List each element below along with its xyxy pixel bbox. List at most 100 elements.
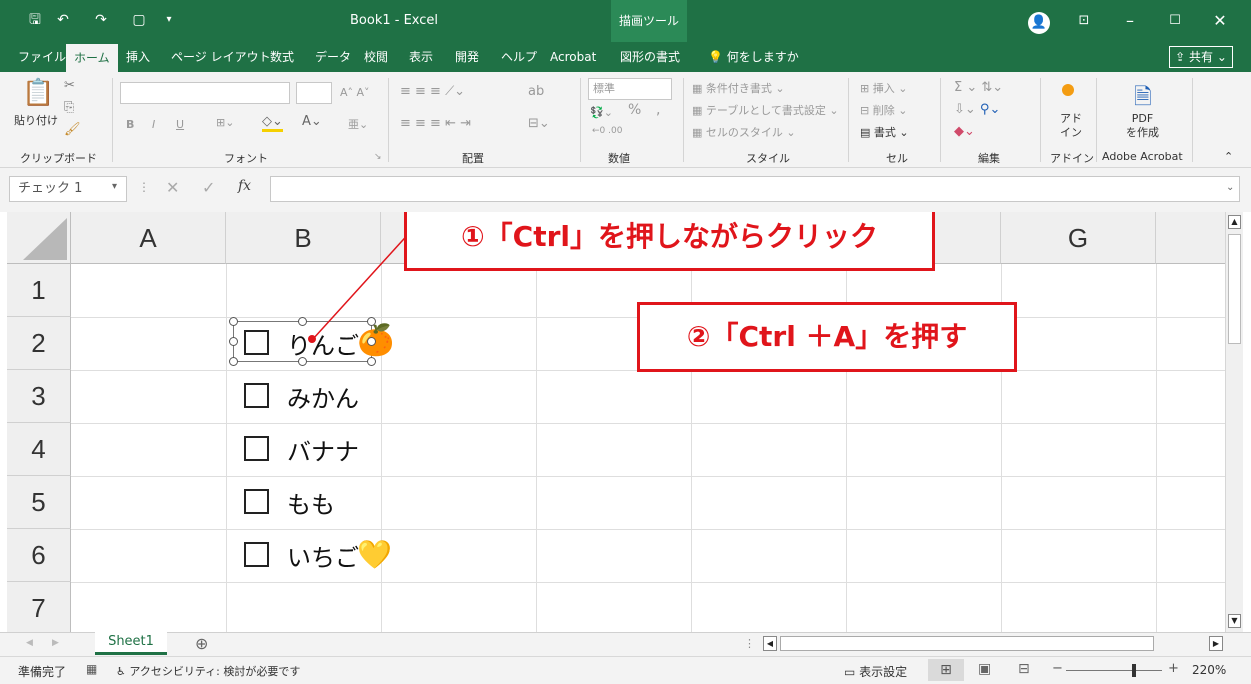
save-icon[interactable]: 🖫 xyxy=(26,11,44,29)
font-dialog-launcher-icon[interactable]: ↘ xyxy=(374,152,382,162)
merge-center-icon[interactable]: ⊟⌄ xyxy=(528,116,550,131)
zoom-slider-track[interactable] xyxy=(1066,670,1162,671)
tell-me-search[interactable]: 💡 何をしますか xyxy=(700,42,807,72)
customize-icon[interactable]: ▾ xyxy=(160,11,178,29)
fill-icon[interactable]: ⇩⌄ ⚲⌄ xyxy=(954,102,1000,117)
formula-input[interactable] xyxy=(270,176,1240,202)
find-icon[interactable]: ⚲⌄ xyxy=(980,102,1000,117)
page-break-view-icon[interactable]: ⊟ xyxy=(1018,661,1030,677)
zoom-slider-thumb[interactable] xyxy=(1132,664,1136,677)
align-top-icon[interactable]: ≡ ≡ ≡ ⟋⌄ xyxy=(400,84,465,99)
autosum-icon[interactable]: Σ ⌄ ⇅⌄ xyxy=(954,80,1003,95)
sheet-scroll-left-icon[interactable]: ◀ xyxy=(26,638,33,648)
redo-icon[interactable]: ↷ xyxy=(92,11,110,29)
align-left-icon[interactable]: ≡ ≡ ≡ ⇤ ⇥ xyxy=(400,116,471,131)
horizontal-scroll-thumb[interactable] xyxy=(780,636,1154,651)
close-icon[interactable]: ✕ xyxy=(1208,10,1232,32)
account-icon[interactable]: 👤 xyxy=(1028,12,1050,34)
ribbon-display-icon[interactable]: ⊡ xyxy=(1072,10,1096,32)
conditional-format-button[interactable]: ▦ 条件付き書式 ⌄ xyxy=(692,80,785,96)
tab-shape-format[interactable]: 図形の書式 xyxy=(612,42,688,72)
scroll-thumb[interactable] xyxy=(1228,234,1241,344)
zoom-in-button[interactable]: + xyxy=(1168,661,1179,676)
chevron-down-icon[interactable]: ▾ xyxy=(112,181,117,192)
add-sheet-button[interactable]: ⊕ xyxy=(195,634,208,653)
phonetic-icon[interactable]: 亜⌄ xyxy=(348,116,368,132)
tab-insert[interactable]: 挿入 xyxy=(118,42,158,72)
paste-label[interactable]: 貼り付け xyxy=(14,112,58,128)
display-settings-icon: ▭ xyxy=(844,665,856,679)
sheet-scroll-right-icon[interactable]: ▶ xyxy=(52,638,59,648)
underline-button[interactable]: U xyxy=(176,118,184,131)
tab-help[interactable]: ヘルプ xyxy=(493,42,545,72)
share-button[interactable]: ⇪ 共有 ⌄ xyxy=(1169,46,1233,68)
grip-icon: ⋮ xyxy=(138,180,150,194)
tab-review[interactable]: 校閲 xyxy=(356,42,396,72)
minimize-icon[interactable]: – xyxy=(1118,10,1142,32)
page-layout-view-icon[interactable]: ▣ xyxy=(978,661,991,677)
scroll-left-icon[interactable]: ◀ xyxy=(763,636,777,651)
comma-button[interactable]: , xyxy=(656,102,660,118)
zoom-level[interactable]: 220% xyxy=(1192,663,1226,677)
copy-icon[interactable]: ⎘ xyxy=(64,100,74,115)
collapse-ribbon-icon[interactable]: ⌃ xyxy=(1224,150,1233,163)
format-as-table-button[interactable]: ▦ テーブルとして書式設定 ⌄ xyxy=(692,102,839,118)
scroll-up-icon[interactable]: ▲ xyxy=(1228,215,1241,229)
accessibility-status[interactable]: ♿︎ アクセシビリティ: 検討が必要です xyxy=(116,663,300,679)
cut-icon[interactable]: ✂ xyxy=(64,78,75,93)
borders-icon[interactable]: ⊞⌄ xyxy=(216,116,234,129)
scroll-right-icon[interactable]: ▶ xyxy=(1209,636,1223,651)
new-icon[interactable]: ▢ xyxy=(130,11,148,29)
normal-view-icon[interactable]: ⊞ xyxy=(928,659,964,681)
font-color-icon[interactable]: A⌄ xyxy=(302,114,322,129)
group-label-editing: 編集 xyxy=(978,152,1000,165)
insert-function-button[interactable]: fx xyxy=(238,178,251,194)
tab-home[interactable]: ホーム xyxy=(66,42,118,72)
delete-cells-button[interactable]: ⊟ 削除 ⌄ xyxy=(860,102,907,118)
tab-data[interactable]: データ xyxy=(307,42,359,72)
display-settings-label: 表示設定 xyxy=(859,665,908,679)
display-settings-button[interactable]: ▭ 表示設定 xyxy=(844,663,907,680)
tab-developer[interactable]: 開発 xyxy=(447,42,487,72)
cancel-icon[interactable]: ✕ xyxy=(166,178,179,197)
bold-button[interactable]: B xyxy=(126,118,134,131)
create-pdf-label[interactable]: PDF を作成 xyxy=(1126,112,1159,140)
macro-record-icon[interactable]: ▦ xyxy=(86,662,97,676)
group-label-number: 数値 xyxy=(608,152,630,165)
format-painter-icon[interactable]: 🖌 xyxy=(64,122,81,137)
font-size-combo[interactable] xyxy=(296,82,332,104)
tab-formulas[interactable]: 数式 xyxy=(262,42,302,72)
font-name-combo[interactable] xyxy=(120,82,290,104)
fill-color-icon[interactable]: ◇⌄ xyxy=(262,114,283,132)
vertical-scrollbar[interactable]: ▲ ▼ xyxy=(1225,212,1243,632)
zoom-out-button[interactable]: − xyxy=(1052,661,1063,676)
italic-button[interactable]: I xyxy=(152,118,155,131)
sheet-tab-sheet1[interactable]: Sheet1 xyxy=(95,632,167,655)
scroll-down-icon[interactable]: ▼ xyxy=(1228,614,1241,628)
worksheet-grid[interactable]: A B G 1 2 3 4 5 6 7 りんご 🍊 みかん バナナ もも いちご… xyxy=(7,212,1225,632)
clear-icon[interactable]: ◆⌄ xyxy=(954,124,975,139)
group-label-clipboard: クリップボード xyxy=(20,152,97,165)
tab-file[interactable]: ファイル xyxy=(10,42,74,72)
name-box[interactable]: チェック 1 xyxy=(9,176,127,202)
format-cells-button[interactable]: ▤ 書式 ⌄ xyxy=(860,124,909,140)
addin-icon[interactable] xyxy=(1062,84,1074,96)
number-format-combo[interactable]: 標準 xyxy=(588,78,672,100)
addin-label[interactable]: アド イン xyxy=(1060,112,1082,140)
tab-acrobat[interactable]: Acrobat xyxy=(542,42,604,72)
wrap-text-icon[interactable]: ab xyxy=(528,84,544,99)
enter-icon[interactable]: ✓ xyxy=(202,178,215,197)
undo-icon[interactable]: ↶ xyxy=(54,11,72,29)
paste-icon[interactable]: 📋 xyxy=(22,78,54,108)
insert-cells-button[interactable]: ⊞ 挿入 ⌄ xyxy=(860,80,907,96)
maximize-icon[interactable]: ☐ xyxy=(1163,10,1187,32)
delete-cells-label: 削除 xyxy=(872,104,895,117)
currency-icon[interactable]: 💱⌄ xyxy=(590,106,613,119)
decimal-increase-icon[interactable]: ←0 .00 xyxy=(592,126,622,136)
percent-button[interactable]: % xyxy=(628,102,641,118)
status-bar: 準備完了 ▦ ♿︎ アクセシビリティ: 検討が必要です ▭ 表示設定 ⊞ ▣ ⊟… xyxy=(0,656,1251,684)
tab-view[interactable]: 表示 xyxy=(401,42,441,72)
cell-styles-button[interactable]: ▦ セルのスタイル ⌄ xyxy=(692,124,796,140)
font-grow-icon[interactable]: A˄ A˅ xyxy=(340,86,370,99)
expand-formula-icon[interactable]: ⌄ xyxy=(1226,182,1234,193)
